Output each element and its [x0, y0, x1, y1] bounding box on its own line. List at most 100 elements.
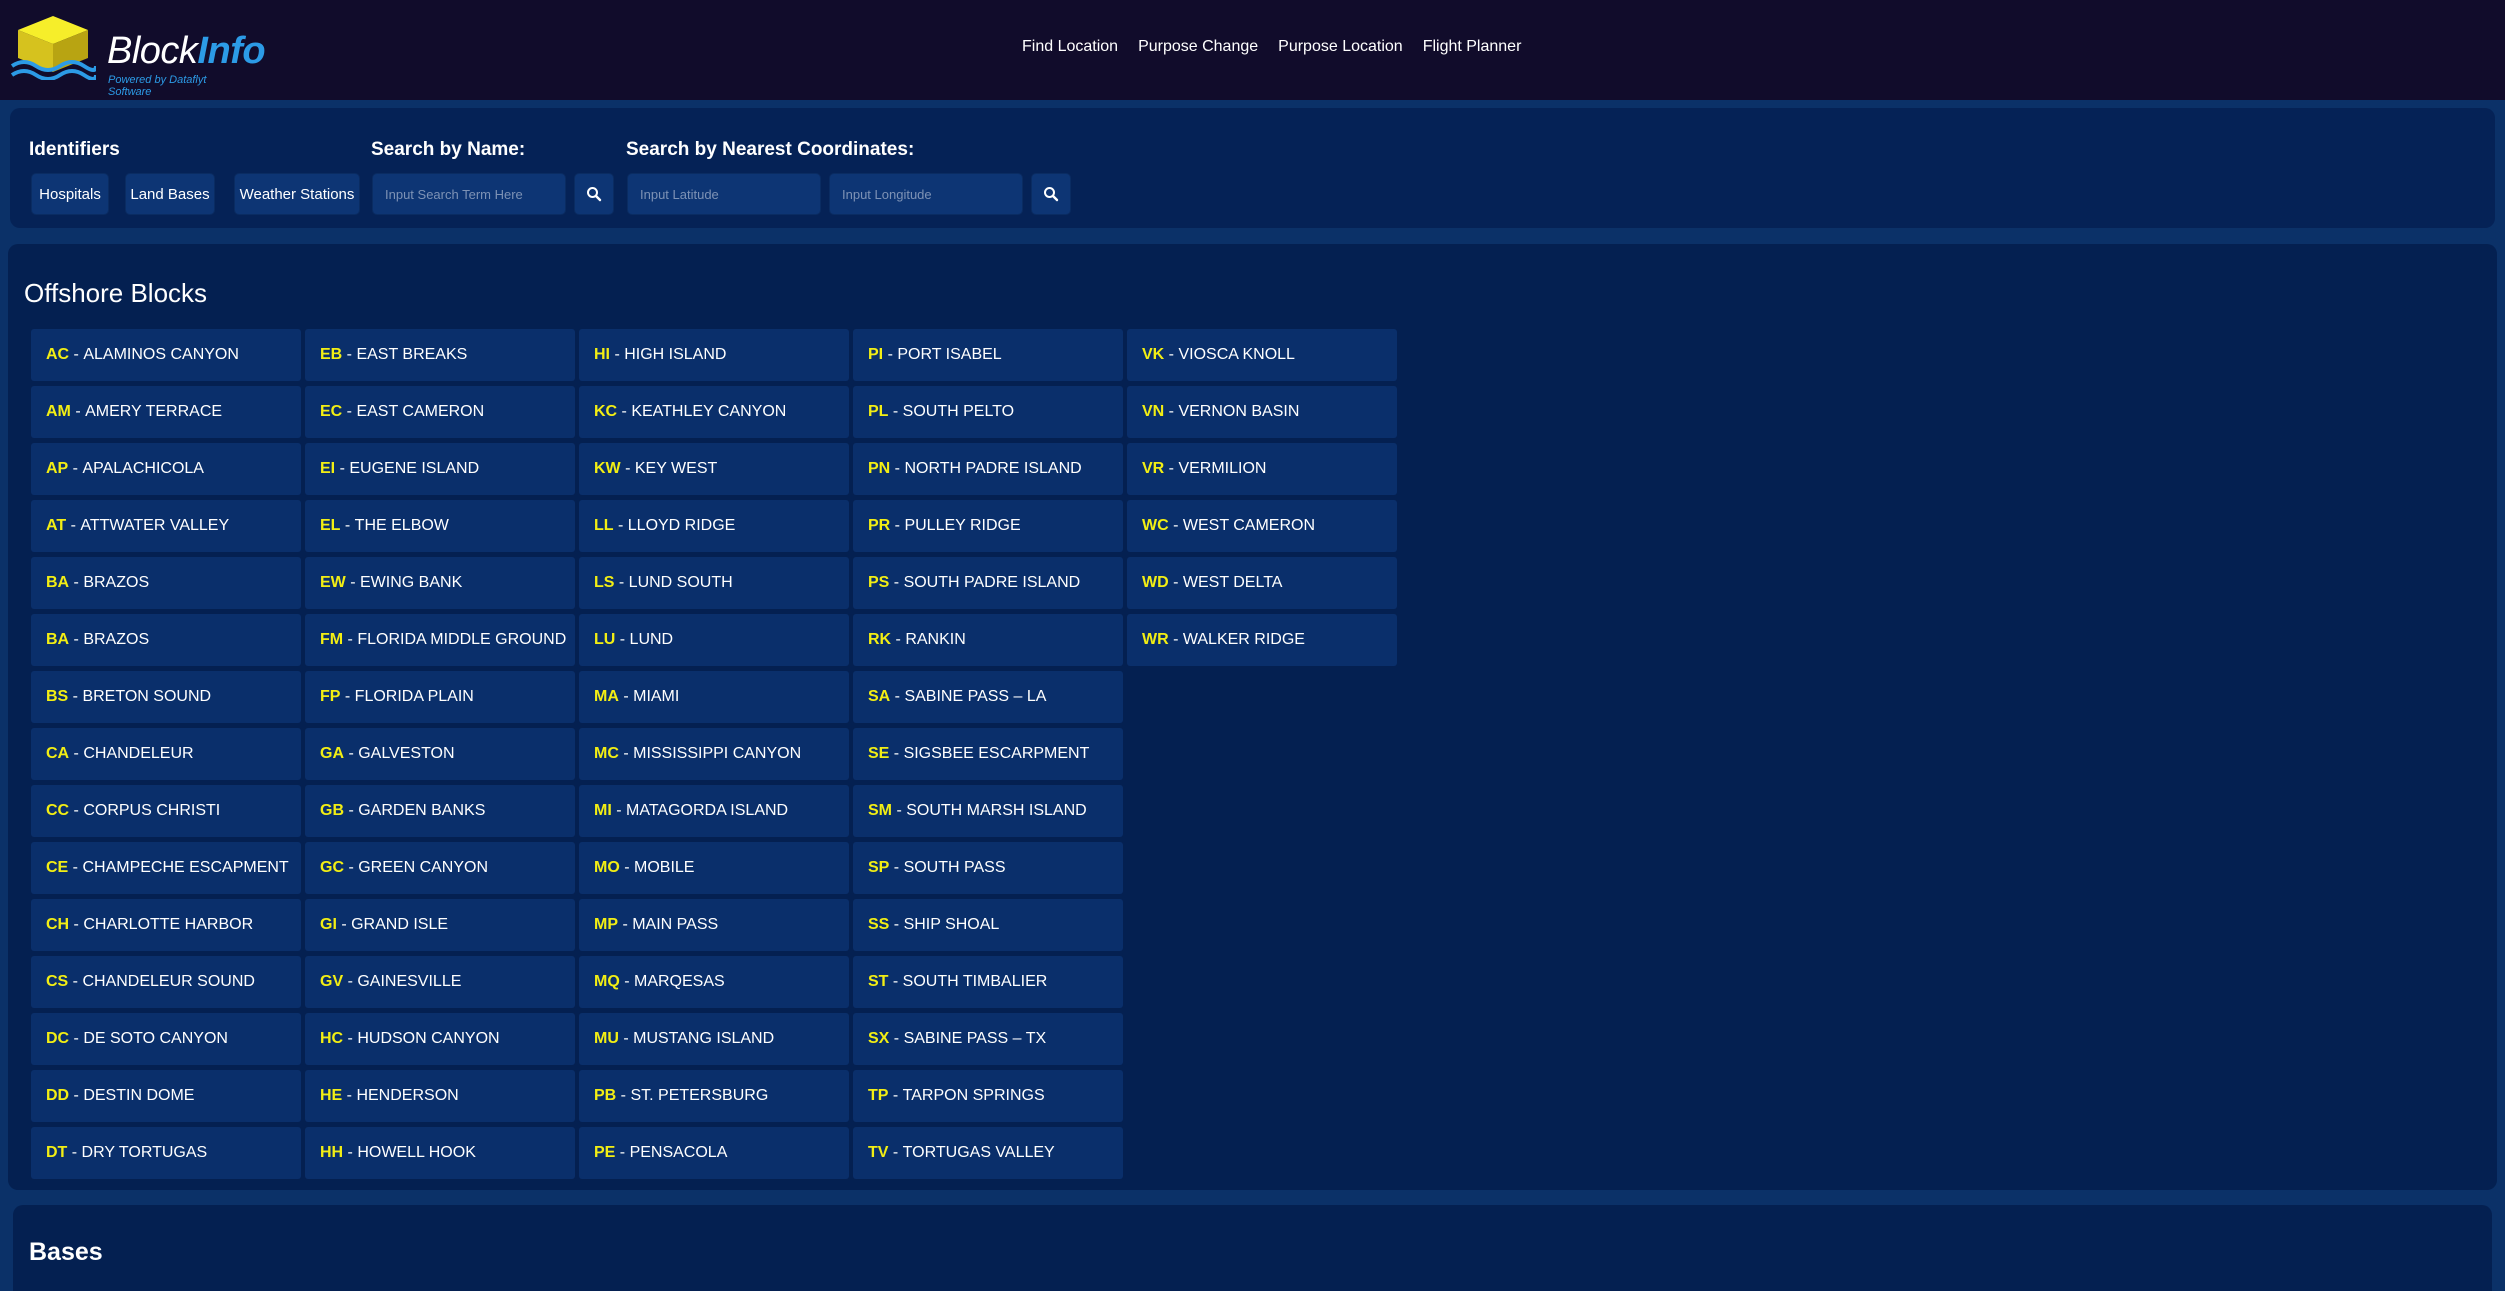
block-code: EC: [320, 403, 343, 420]
bases-title: Bases: [29, 1238, 103, 1266]
block-item-at[interactable]: AT - ATTWATER VALLEY: [31, 500, 301, 552]
block-item-tp[interactable]: TP - TARPON SPRINGS: [853, 1070, 1123, 1122]
block-item-ap[interactable]: AP - APALACHICOLA: [31, 443, 301, 495]
block-item-vn[interactable]: VN - VERNON BASIN: [1127, 386, 1397, 438]
block-code: HH: [320, 1144, 344, 1161]
block-item-sx[interactable]: SX - SABINE PASS – TX: [853, 1013, 1123, 1065]
block-item-sm[interactable]: SM - SOUTH MARSH ISLAND: [853, 785, 1123, 837]
block-item-tv[interactable]: TV - TORTUGAS VALLEY: [853, 1127, 1123, 1179]
block-item-ls[interactable]: LS - LUND SOUTH: [579, 557, 849, 609]
block-item-sa[interactable]: SA - SABINE PASS – LA: [853, 671, 1123, 723]
block-item-ba[interactable]: BA - BRAZOS: [31, 614, 301, 666]
block-item-ei[interactable]: EI - EUGENE ISLAND: [305, 443, 575, 495]
block-name: PORT ISABEL: [897, 346, 1002, 363]
block-item-pe[interactable]: PE - PENSACOLA: [579, 1127, 849, 1179]
block-item-wc[interactable]: WC - WEST CAMERON: [1127, 500, 1397, 552]
latitude-input[interactable]: [627, 173, 821, 215]
block-item-fm[interactable]: FM - FLORIDA MIDDLE GROUND: [305, 614, 575, 666]
block-item-ga[interactable]: GA - GALVESTON: [305, 728, 575, 780]
block-item-dt[interactable]: DT - DRY TORTUGAS: [31, 1127, 301, 1179]
block-item-mo[interactable]: MO - MOBILE: [579, 842, 849, 894]
block-code: MP: [594, 916, 618, 933]
block-name: MUSTANG ISLAND: [633, 1030, 775, 1047]
block-item-mu[interactable]: MU - MUSTANG ISLAND: [579, 1013, 849, 1065]
nav-purpose-change[interactable]: Purpose Change: [1138, 38, 1258, 56]
block-code: GV: [320, 973, 344, 990]
block-item-mq[interactable]: MQ - MARQESAS: [579, 956, 849, 1008]
block-item-ma[interactable]: MA - MIAMI: [579, 671, 849, 723]
block-item-cs[interactable]: CS - CHANDELEUR SOUND: [31, 956, 301, 1008]
block-item-kc[interactable]: KC - KEATHLEY CANYON: [579, 386, 849, 438]
land-bases-button[interactable]: Land Bases: [125, 173, 215, 215]
block-item-ba[interactable]: BA - BRAZOS: [31, 557, 301, 609]
block-item-ce[interactable]: CE - CHAMPECHE ESCAPMENT: [31, 842, 301, 894]
block-item-se[interactable]: SE - SIGSBEE ESCARPMENT: [853, 728, 1123, 780]
block-item-mc[interactable]: MC - MISSISSIPPI CANYON: [579, 728, 849, 780]
block-item-gb[interactable]: GB - GARDEN BANKS: [305, 785, 575, 837]
block-name: DRY TORTUGAS: [81, 1144, 208, 1161]
block-item-lu[interactable]: LU - LUND: [579, 614, 849, 666]
block-item-dc[interactable]: DC - DE SOTO CANYON: [31, 1013, 301, 1065]
nav-purpose-location[interactable]: Purpose Location: [1278, 38, 1403, 56]
block-code: MU: [594, 1030, 619, 1047]
nav-find-location[interactable]: Find Location: [1022, 38, 1118, 56]
block-item-ew[interactable]: EW - EWING BANK: [305, 557, 575, 609]
block-item-wr[interactable]: WR - WALKER RIDGE: [1127, 614, 1397, 666]
block-item-ca[interactable]: CA - CHANDELEUR: [31, 728, 301, 780]
block-item-pb[interactable]: PB - ST. PETERSBURG: [579, 1070, 849, 1122]
weather-stations-button[interactable]: Weather Stations: [234, 173, 360, 215]
block-item-rk[interactable]: RK - RANKIN: [853, 614, 1123, 666]
logo[interactable]: BlockInfo Powered by Dataflyt Software: [10, 14, 266, 98]
block-item-cc[interactable]: CC - CORPUS CHRISTI: [31, 785, 301, 837]
block-item-gv[interactable]: GV - GAINESVILLE: [305, 956, 575, 1008]
block-name: RANKIN: [905, 631, 966, 648]
nav-flight-planner[interactable]: Flight Planner: [1423, 38, 1522, 56]
block-item-gc[interactable]: GC - GREEN CANYON: [305, 842, 575, 894]
block-code: MQ: [594, 973, 620, 990]
block-name: HOWELL HOOK: [357, 1144, 476, 1161]
block-code: DD: [46, 1087, 70, 1104]
block-name: WALKER RIDGE: [1182, 631, 1305, 648]
block-item-fp[interactable]: FP - FLORIDA PLAIN: [305, 671, 575, 723]
block-item-pl[interactable]: PL - SOUTH PELTO: [853, 386, 1123, 438]
block-item-el[interactable]: EL - THE ELBOW: [305, 500, 575, 552]
block-item-sp[interactable]: SP - SOUTH PASS: [853, 842, 1123, 894]
block-item-ac[interactable]: AC - ALAMINOS CANYON: [31, 329, 301, 381]
block-item-pn[interactable]: PN - NORTH PADRE ISLAND: [853, 443, 1123, 495]
block-name: HENDERSON: [356, 1087, 459, 1104]
block-item-eb[interactable]: EB - EAST BREAKS: [305, 329, 575, 381]
block-code: KC: [594, 403, 618, 420]
block-code: CE: [46, 859, 69, 876]
block-item-ss[interactable]: SS - SHIP SHOAL: [853, 899, 1123, 951]
block-item-hh[interactable]: HH - HOWELL HOOK: [305, 1127, 575, 1179]
block-item-gi[interactable]: GI - GRAND ISLE: [305, 899, 575, 951]
block-item-ll[interactable]: LL - LLOYD RIDGE: [579, 500, 849, 552]
block-code: HC: [320, 1030, 344, 1047]
search-coords-button[interactable]: [1031, 173, 1071, 215]
block-item-vr[interactable]: VR - VERMILION: [1127, 443, 1397, 495]
block-item-pi[interactable]: PI - PORT ISABEL: [853, 329, 1123, 381]
block-item-vk[interactable]: VK - VIOSCA KNOLL: [1127, 329, 1397, 381]
block-item-dd[interactable]: DD - DESTIN DOME: [31, 1070, 301, 1122]
block-code: AM: [46, 403, 71, 420]
block-item-ec[interactable]: EC - EAST CAMERON: [305, 386, 575, 438]
block-item-mi[interactable]: MI - MATAGORDA ISLAND: [579, 785, 849, 837]
block-item-ps[interactable]: PS - SOUTH PADRE ISLAND: [853, 557, 1123, 609]
block-item-he[interactable]: HE - HENDERSON: [305, 1070, 575, 1122]
block-item-pr[interactable]: PR - PULLEY RIDGE: [853, 500, 1123, 552]
block-item-mp[interactable]: MP - MAIN PASS: [579, 899, 849, 951]
block-item-hc[interactable]: HC - HUDSON CANYON: [305, 1013, 575, 1065]
block-item-am[interactable]: AM - AMERY TERRACE: [31, 386, 301, 438]
block-item-kw[interactable]: KW - KEY WEST: [579, 443, 849, 495]
search-icon: [1044, 187, 1059, 202]
block-item-hi[interactable]: HI - HIGH ISLAND: [579, 329, 849, 381]
search-name-input[interactable]: [372, 173, 566, 215]
block-item-bs[interactable]: BS - BRETON SOUND: [31, 671, 301, 723]
block-item-st[interactable]: ST - SOUTH TIMBALIER: [853, 956, 1123, 1008]
longitude-input[interactable]: [829, 173, 1023, 215]
block-item-wd[interactable]: WD - WEST DELTA: [1127, 557, 1397, 609]
hospitals-button[interactable]: Hospitals: [31, 173, 109, 215]
block-code: EL: [320, 517, 341, 534]
search-name-button[interactable]: [574, 173, 614, 215]
block-item-ch[interactable]: CH - CHARLOTTE HARBOR: [31, 899, 301, 951]
